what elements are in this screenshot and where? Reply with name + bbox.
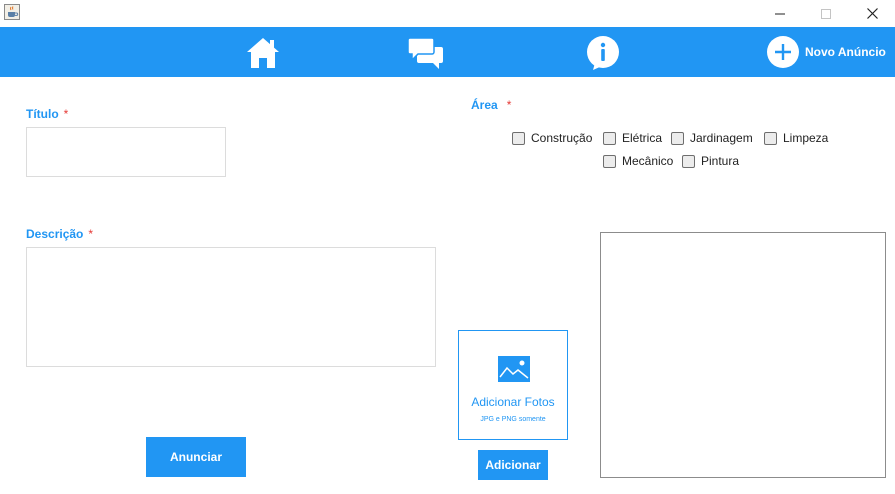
checkbox-box[interactable]	[603, 154, 616, 168]
new-ad-button[interactable]: Novo Anúncio	[767, 36, 886, 68]
java-coffee-cup-icon	[4, 4, 20, 20]
publish-ad-button[interactable]: Anunciar	[146, 437, 246, 477]
checkbox-label: Elétrica	[622, 131, 663, 145]
nav-info-button[interactable]	[583, 35, 623, 71]
home-icon	[247, 38, 279, 68]
add-photo-button[interactable]: Adicionar	[478, 450, 548, 480]
checkbox-label: Jardinagem	[690, 131, 753, 145]
area-label-text: Área	[471, 98, 498, 112]
checkbox-pintura[interactable]: Pintura	[682, 154, 739, 168]
window-titlebar	[0, 0, 895, 27]
chat-icon	[407, 37, 443, 69]
checkbox-eletrica[interactable]: Elétrica	[603, 131, 662, 145]
description-required-mark: *	[88, 227, 94, 241]
checkbox-box[interactable]	[671, 131, 684, 145]
title-input[interactable]	[26, 127, 226, 177]
title-required-mark: *	[63, 107, 69, 121]
add-photos-dropzone[interactable]: Adicionar Fotos JPG e PNG somente	[458, 330, 568, 440]
area-label: Área *	[471, 98, 511, 112]
checkbox-box[interactable]	[603, 131, 616, 145]
top-navbar: Novo Anúncio	[0, 27, 895, 77]
checkbox-label: Mecânico	[622, 154, 674, 168]
add-photos-title: Adicionar Fotos	[471, 395, 555, 409]
checkbox-mecanico[interactable]: Mecânico	[603, 154, 673, 168]
checkbox-construcao[interactable]: Construção	[512, 131, 592, 145]
checkbox-box[interactable]	[764, 131, 777, 145]
checkbox-box[interactable]	[682, 154, 695, 168]
area-required-mark: *	[506, 98, 512, 112]
checkbox-box[interactable]	[512, 131, 525, 145]
info-icon	[587, 36, 619, 70]
checkbox-label: Limpeza	[783, 131, 829, 145]
minimize-icon	[775, 13, 785, 14]
checkbox-limpeza[interactable]: Limpeza	[764, 131, 828, 145]
new-ad-label: Novo Anúncio	[805, 45, 886, 59]
minimize-button[interactable]	[757, 0, 803, 27]
close-button[interactable]	[849, 0, 895, 27]
maximize-icon	[821, 8, 831, 19]
image-icon	[498, 356, 530, 382]
close-icon	[866, 8, 878, 19]
checkbox-label: Pintura	[701, 154, 740, 168]
title-label: Título *	[26, 107, 68, 121]
plus-circle-icon	[767, 36, 799, 68]
nav-messages-button[interactable]	[406, 35, 446, 71]
description-textarea[interactable]	[26, 247, 436, 367]
description-label: Descrição *	[26, 227, 93, 241]
description-label-text: Descrição	[26, 227, 84, 241]
photo-preview-panel	[600, 232, 886, 478]
maximize-button[interactable]	[803, 0, 849, 27]
nav-home-button[interactable]	[243, 35, 283, 71]
title-label-text: Título	[26, 107, 59, 121]
add-photos-subtitle: JPG e PNG somente	[480, 416, 546, 423]
checkbox-label: Construção	[531, 131, 593, 145]
checkbox-jardinagem[interactable]: Jardinagem	[671, 131, 753, 145]
